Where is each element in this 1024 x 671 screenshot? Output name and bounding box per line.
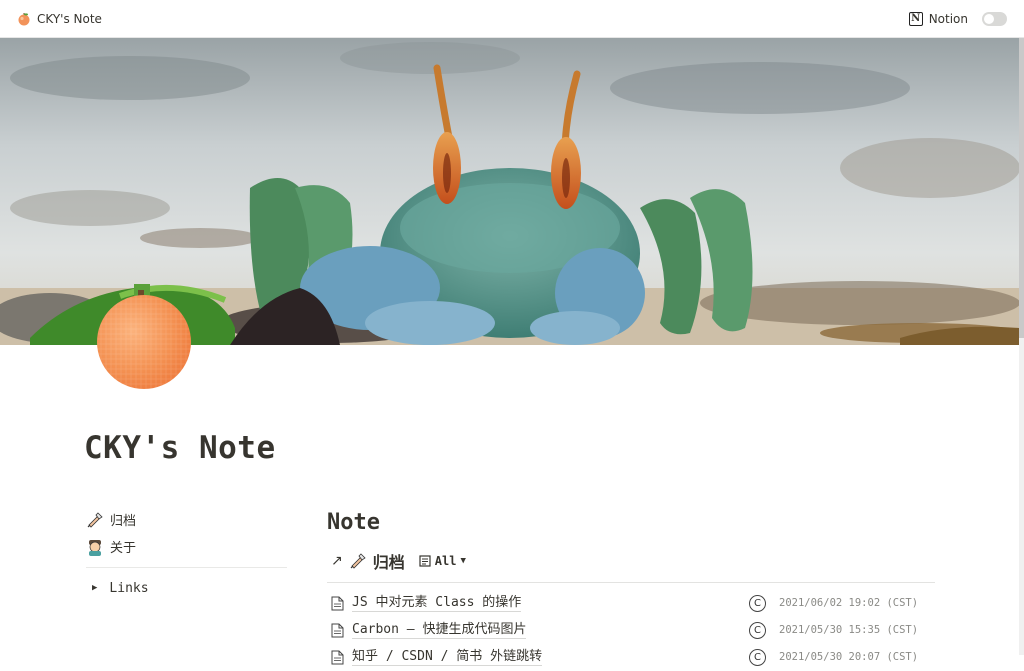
scrollbar[interactable] — [1019, 38, 1024, 655]
nav-item-label: 关于 — [110, 541, 137, 556]
theme-toggle[interactable] — [982, 12, 1007, 26]
note-date: 2021/05/30 15:35 (CST) — [779, 624, 919, 636]
quill-writing-icon — [87, 511, 103, 528]
top-bar: CKY's Note N Notion — [0, 0, 1024, 38]
note-date: 2021/05/30 20:07 (CST) — [779, 651, 919, 663]
main-content: Note ↗ 归档 All ▼ JS 中对元素 Class 的操作 C 2021… — [327, 506, 935, 671]
view-selector-label: All — [434, 554, 457, 568]
nav-item-label: 归档 — [110, 514, 137, 529]
list-item[interactable]: JS 中对元素 Class 的操作 C 2021/06/02 19:02 (CS… — [327, 590, 935, 617]
note-title[interactable]: 知乎 / CSDN / 简书 外链跳转 — [352, 649, 543, 666]
site-breadcrumb[interactable]: CKY's Note — [17, 0, 102, 38]
scrollbar-thumb[interactable] — [1019, 38, 1024, 338]
database-view-bar: ↗ 归档 All ▼ — [327, 548, 935, 583]
notion-logo-icon[interactable]: N — [908, 12, 923, 26]
list-item[interactable]: 知乎 / CSDN / 简书 外链跳转 C 2021/05/30 20:07 (… — [327, 644, 935, 671]
copyright-icon: C — [749, 595, 766, 612]
side-nav: 归档 关于 ▶ Links — [86, 506, 287, 600]
view-selector[interactable]: All ▼ — [419, 554, 466, 568]
peach-page-icon — [97, 284, 191, 389]
copyright-icon: C — [749, 649, 766, 666]
database-title[interactable]: 归档 — [373, 549, 405, 573]
document-icon — [331, 596, 344, 611]
note-list: JS 中对元素 Class 的操作 C 2021/06/02 19:02 (CS… — [327, 590, 935, 671]
person-avatar-icon — [89, 539, 101, 556]
document-icon — [331, 650, 344, 665]
notion-link[interactable]: Notion — [929, 12, 968, 26]
list-view-icon — [419, 555, 431, 567]
note-title[interactable]: JS 中对元素 Class 的操作 — [352, 595, 522, 612]
chevron-down-icon: ▼ — [460, 556, 466, 566]
site-title: CKY's Note — [37, 12, 102, 26]
triangle-right-icon: ▶ — [92, 583, 98, 593]
nav-item-archive[interactable]: 归档 — [86, 506, 287, 533]
page-title: CKY's Note — [84, 430, 276, 466]
section-title: Note — [327, 510, 380, 535]
copyright-icon: C — [749, 622, 766, 639]
link-arrow-icon[interactable]: ↗ — [331, 553, 343, 569]
note-date: 2021/06/02 19:02 (CST) — [779, 597, 919, 609]
quill-writing-icon — [350, 553, 366, 569]
document-icon — [331, 623, 344, 638]
peach-icon — [18, 13, 30, 26]
toggle-knob — [984, 14, 994, 24]
nav-item-about[interactable]: 关于 — [86, 533, 287, 560]
links-toggle[interactable]: ▶ Links — [92, 576, 287, 600]
note-title[interactable]: Carbon – 快捷生成代码图片 — [352, 622, 527, 639]
nav-divider — [86, 567, 287, 568]
links-toggle-label: Links — [109, 580, 149, 596]
list-item[interactable]: Carbon – 快捷生成代码图片 C 2021/05/30 15:35 (CS… — [327, 617, 935, 644]
